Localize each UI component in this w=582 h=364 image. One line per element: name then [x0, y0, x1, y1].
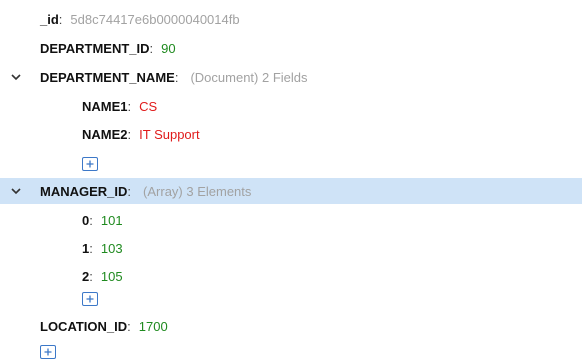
plus-icon	[86, 295, 94, 303]
field-separator: :	[149, 40, 154, 56]
field-name1: NAME1: CS	[82, 99, 157, 114]
field-manager-id: MANAGER_ID: (Array) 3 Elements	[40, 184, 251, 199]
field-department-id: DEPARTMENT_ID: 90	[40, 41, 176, 56]
field-separator: :	[127, 98, 132, 114]
field-separator: :	[174, 69, 179, 85]
field-key: MANAGER_ID	[40, 183, 128, 199]
element-value[interactable]: 105	[101, 269, 123, 284]
array-element-row[interactable]: 2: 105	[0, 263, 582, 289]
field-name2: NAME2: IT Support	[82, 127, 200, 142]
element-value[interactable]: 101	[101, 213, 123, 228]
plus-icon	[86, 160, 94, 168]
array-element-row[interactable]: 1: 103	[0, 235, 582, 261]
field-separator: :	[89, 268, 93, 284]
field-row-name2[interactable]: NAME2: IT Support	[0, 121, 582, 147]
field-key: NAME1	[82, 98, 128, 114]
document-tree: _id: 5d8c74417e6b0000040014fb DEPARTMENT_…	[0, 0, 582, 364]
field-key: NAME2	[82, 126, 128, 142]
field-separator: :	[89, 212, 93, 228]
field-department-name: DEPARTMENT_NAME: (Document) 2 Fields	[40, 70, 308, 85]
field-separator: :	[58, 11, 63, 27]
add-element-button[interactable]	[82, 292, 98, 306]
field-value[interactable]: IT Support	[139, 127, 199, 142]
field-separator: :	[89, 240, 93, 256]
field-value[interactable]: 90	[161, 41, 175, 56]
field-separator: :	[127, 126, 132, 142]
array-element-0: 0: 101	[82, 213, 123, 228]
field-key: LOCATION_ID	[40, 318, 128, 334]
field-key: DEPARTMENT_NAME	[40, 69, 175, 85]
field-separator: :	[127, 183, 132, 199]
array-element-2: 2: 105	[82, 269, 123, 284]
field-row-manager-id[interactable]: MANAGER_ID: (Array) 3 Elements	[0, 178, 582, 204]
field-row-department-id[interactable]: DEPARTMENT_ID: 90	[0, 35, 582, 61]
chevron-down-icon[interactable]	[9, 178, 23, 204]
field-key: _id	[40, 11, 59, 27]
field-row-name1[interactable]: NAME1: CS	[0, 93, 582, 119]
field-location-id: LOCATION_ID: 1700	[40, 319, 168, 334]
field-row-location-id[interactable]: LOCATION_ID: 1700	[0, 313, 582, 339]
plus-icon	[44, 348, 52, 356]
array-element-1: 1: 103	[82, 241, 123, 256]
field-value[interactable]: 5d8c74417e6b0000040014fb	[70, 12, 239, 27]
add-root-field-button[interactable]	[40, 345, 56, 359]
field-type-summary: (Array) 3 Elements	[143, 183, 252, 199]
field-type-summary: (Document) 2 Fields	[190, 69, 308, 85]
field-separator: :	[127, 318, 131, 334]
field-key: DEPARTMENT_ID	[40, 40, 150, 56]
field-row-department-name[interactable]: DEPARTMENT_NAME: (Document) 2 Fields	[0, 64, 582, 90]
field-row-id[interactable]: _id: 5d8c74417e6b0000040014fb	[0, 6, 582, 32]
chevron-down-icon[interactable]	[9, 64, 23, 90]
field-id: _id: 5d8c74417e6b0000040014fb	[40, 12, 240, 27]
field-value[interactable]: 1700	[139, 319, 168, 334]
element-value[interactable]: 103	[101, 241, 123, 256]
add-field-button[interactable]	[82, 157, 98, 171]
array-element-row[interactable]: 0: 101	[0, 207, 582, 233]
field-value[interactable]: CS	[139, 99, 157, 114]
